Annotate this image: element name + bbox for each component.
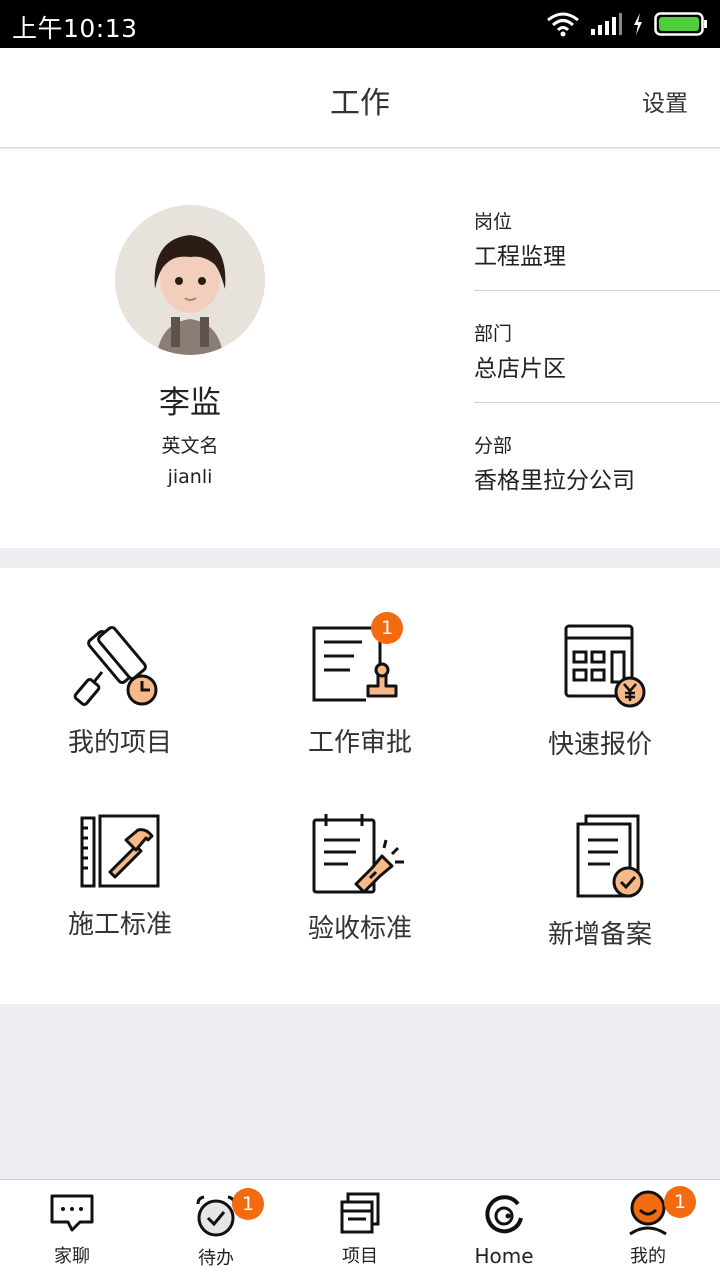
- english-name-value: jianli: [167, 466, 213, 488]
- charging-icon: [634, 13, 642, 35]
- page-title: 工作: [330, 86, 390, 121]
- info-label: 岗位: [474, 211, 513, 233]
- status-icons: [546, 10, 708, 38]
- profile-card: 李监 英文名 jianli 岗位 工程监理 部门 总店片区 分部 香格里拉分公司: [0, 149, 720, 548]
- signal-icon: [591, 13, 622, 35]
- menu-quick-quote[interactable]: 快速报价: [480, 624, 720, 761]
- menu-label: 我的项目: [67, 728, 172, 758]
- tab-todo[interactable]: 待办 1: [144, 1180, 288, 1280]
- status-bar: 上午10:13: [0, 0, 720, 48]
- english-name-label: 英文名: [161, 435, 219, 457]
- function-grid: 我的项目 工作审批 1 快速报价 施工标准 验收标准 新增备案: [0, 568, 720, 1004]
- tab-mine[interactable]: 我的 1: [576, 1180, 720, 1280]
- menu-label: 新增备案: [547, 920, 652, 950]
- menu-work-approval[interactable]: 工作审批 1: [240, 612, 480, 759]
- info-branch: 分部 香格里拉分公司: [474, 403, 720, 515]
- tab-label: 项目: [342, 1246, 378, 1267]
- info-position: 岗位 工程监理: [474, 149, 720, 291]
- home-logo-icon: [485, 1195, 523, 1234]
- menu-new-filing[interactable]: 新增备案: [480, 814, 720, 951]
- status-time: 上午10:13: [12, 14, 138, 43]
- menu-label: 验收标准: [307, 914, 412, 944]
- wifi-icon: [547, 12, 579, 37]
- avatar-photo: [115, 205, 265, 355]
- ruler-hammer-icon: [80, 814, 160, 888]
- avatar[interactable]: [115, 205, 265, 355]
- documents-check-icon: [576, 814, 644, 898]
- tab-label: 家聊: [54, 1246, 90, 1267]
- user-name: 李监: [159, 385, 221, 421]
- notepad-flashlight-icon: [312, 814, 404, 894]
- menu-label: 施工标准: [67, 910, 172, 940]
- tab-label: 待办: [198, 1248, 234, 1269]
- user-avatar-icon: [629, 1190, 667, 1236]
- info-label: 部门: [474, 323, 513, 345]
- todo-badge: 1: [232, 1188, 264, 1220]
- menu-acceptance-standard[interactable]: 验收标准: [240, 814, 480, 945]
- settings-button[interactable]: 设置: [642, 84, 688, 118]
- info-department: 部门 总店片区: [474, 291, 720, 403]
- chat-bubble-icon: [50, 1194, 94, 1232]
- approval-badge: 1: [371, 612, 403, 644]
- tab-label: Home: [474, 1244, 534, 1268]
- tab-projects[interactable]: 项目: [288, 1180, 432, 1280]
- bottom-tab-bar: 家聊 待办 1 项目 Home 我的 1: [0, 1179, 720, 1280]
- calculator-yen-icon: [564, 624, 646, 708]
- menu-label: 快速报价: [547, 730, 652, 760]
- title-bar: 工作 设置: [0, 48, 720, 148]
- info-value: 工程监理: [474, 244, 566, 270]
- info-label: 分部: [474, 435, 513, 457]
- windows-stack-icon: [340, 1192, 380, 1234]
- menu-label: 工作审批: [307, 728, 412, 758]
- mine-badge: 1: [664, 1186, 696, 1218]
- paint-roller-clock-icon: [73, 626, 158, 706]
- menu-my-projects[interactable]: 我的项目: [0, 624, 240, 759]
- info-value: 香格里拉分公司: [474, 468, 635, 494]
- battery-icon: [654, 12, 707, 36]
- menu-construction-standard[interactable]: 施工标准: [0, 814, 240, 941]
- tab-home[interactable]: Home: [432, 1180, 576, 1280]
- tab-chat[interactable]: 家聊: [0, 1180, 144, 1280]
- tab-label: 我的: [630, 1246, 666, 1267]
- info-value: 总店片区: [474, 356, 566, 382]
